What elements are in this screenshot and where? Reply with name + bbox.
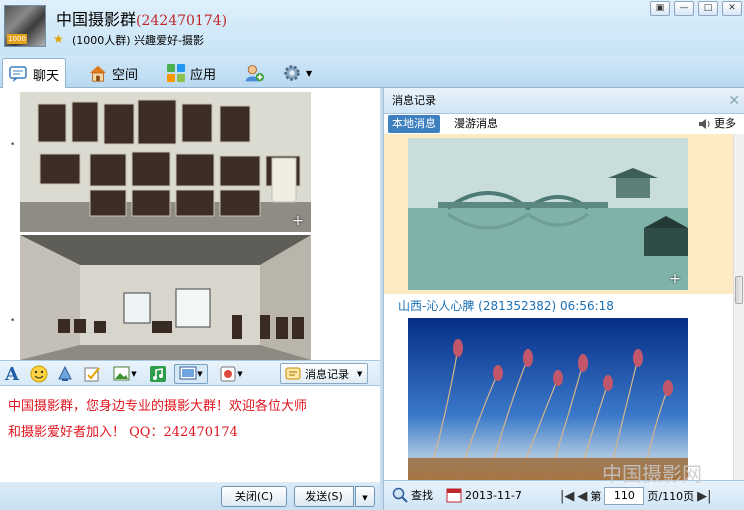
image-insert-button[interactable]: ▼ xyxy=(110,364,140,384)
pager: |◀ ◀ 第 110 页/110页 ▶| xyxy=(560,487,711,505)
history-feed[interactable]: + 山西-沁人心脾 (281352382) 06:56:18 xyxy=(384,134,734,480)
chat-image-room[interactable] xyxy=(20,235,311,360)
settings-button[interactable]: ▼ xyxy=(276,58,318,88)
group-name: 中国摄影群(242470174) xyxy=(56,6,227,30)
chevron-down-icon: ▼ xyxy=(357,369,363,378)
expand-icon[interactable]: + xyxy=(291,214,305,228)
tools-icon xyxy=(220,366,236,382)
history-title: 消息记录 xyxy=(392,94,436,107)
chevron-down-icon: ▼ xyxy=(197,370,203,378)
window-controls: ▣ — □ ✕ xyxy=(650,1,742,16)
title-bar: 1000 中国摄影群(242470174) ★ (1000人群) 兴趣爱好-摄影… xyxy=(0,0,744,56)
find-label: 查找 xyxy=(411,489,433,502)
group-name-text: 中国摄影群 xyxy=(56,10,137,29)
message-sender: 山西-沁人心脾 (281352382) 06:56:18 xyxy=(398,299,614,313)
chevron-down-icon: ▼ xyxy=(131,370,137,378)
screenshot-button[interactable]: ▼ xyxy=(174,364,208,384)
tab-chat[interactable]: 聊天 xyxy=(2,58,67,89)
music-icon[interactable] xyxy=(148,364,168,384)
compose-toolbar: A ▼ ▼ ▼ 消息记录 ▼ xyxy=(0,360,380,386)
watermark: 中国摄影网 xyxy=(602,462,702,486)
message-history-button[interactable]: 消息记录 ▼ xyxy=(280,363,368,384)
tab-apps[interactable]: 应用 xyxy=(160,58,222,88)
close-button[interactable]: 关闭(C) xyxy=(221,486,287,507)
date-picker[interactable]: 2013-11-7 xyxy=(446,487,522,503)
screenshot-icon xyxy=(179,366,197,380)
nav-bar: 聊天 空间 应用 ▼ xyxy=(0,56,744,89)
message-bullet: • xyxy=(10,140,16,150)
tab-space-label: 空间 xyxy=(112,67,139,83)
calendar-icon xyxy=(446,488,462,503)
font-icon[interactable]: A xyxy=(3,364,21,385)
page-number-input[interactable]: 110 xyxy=(604,487,645,505)
star-icon: ★ xyxy=(53,32,64,46)
scrollbar-thumb[interactable] xyxy=(735,276,743,304)
message-input-line: 中国摄影群，您身边专业的摄影大群！欢迎各位大师 xyxy=(8,399,308,414)
last-page-icon[interactable]: ▶| xyxy=(697,489,711,504)
home-icon xyxy=(88,63,108,83)
chevron-down-icon: ▼ xyxy=(362,494,368,502)
expand-icon[interactable]: + xyxy=(668,272,682,286)
more-button[interactable]: 更多 xyxy=(694,115,740,133)
add-member-icon xyxy=(244,63,264,83)
history-header: 消息记录 ✕ xyxy=(384,88,744,114)
group-description: (1000人群) 兴趣爱好-摄影 xyxy=(72,34,205,47)
window-menu-button[interactable]: ▣ xyxy=(650,1,670,16)
group-avatar[interactable]: 1000 xyxy=(4,5,46,47)
close-window-button[interactable]: ✕ xyxy=(722,1,742,16)
tab-local-messages[interactable]: 本地消息 xyxy=(388,115,440,133)
chat-image-exhibit[interactable]: + xyxy=(20,92,311,232)
first-page-icon[interactable]: |◀ xyxy=(560,489,574,504)
chat-icon xyxy=(9,64,29,84)
history-tabs: 本地消息 漫游消息 更多 xyxy=(384,114,744,134)
chat-messages[interactable]: • + • xyxy=(0,88,380,360)
history-panel: 消息记录 ✕ 本地消息 漫游消息 更多 + 山西-沁人心脾 (281352382… xyxy=(383,88,744,510)
apps-icon xyxy=(166,63,186,83)
message-input-line: 和摄影爱好者加入！ QQ：242470174 xyxy=(8,425,238,440)
message-input[interactable]: 中国摄影群，您身边专业的摄影大群！欢迎各位大师 和摄影爱好者加入！ QQ：242… xyxy=(0,386,380,482)
image-icon xyxy=(113,366,130,381)
more-tools-button[interactable]: ▼ xyxy=(216,364,246,384)
send-button[interactable]: 发送(S) xyxy=(294,486,354,507)
history-image-reeds[interactable] xyxy=(408,318,688,480)
group-id: (242470174) xyxy=(136,13,228,29)
search-icon xyxy=(392,487,408,503)
more-label: 更多 xyxy=(714,117,736,130)
avatar-badge: 1000 xyxy=(7,34,27,44)
close-icon[interactable]: ✕ xyxy=(728,88,740,114)
chevron-down-icon: ▼ xyxy=(237,370,243,378)
history-image-bridge[interactable]: + xyxy=(408,138,688,290)
tab-chat-label: 聊天 xyxy=(33,68,60,84)
note-icon[interactable] xyxy=(82,364,102,384)
maximize-button[interactable]: □ xyxy=(698,1,718,16)
message-history-label: 消息记录 xyxy=(305,367,349,381)
minimize-button[interactable]: — xyxy=(674,1,694,16)
history-icon xyxy=(285,367,301,379)
bottom-action-bar: 关闭(C) 发送(S) ▼ xyxy=(0,482,380,510)
tab-roaming-messages[interactable]: 漫游消息 xyxy=(450,115,502,133)
tab-space[interactable]: 空间 xyxy=(82,58,144,88)
history-scrollbar[interactable] xyxy=(733,134,744,480)
page-suffix: 页/110页 xyxy=(647,490,695,503)
shake-icon[interactable] xyxy=(55,364,75,384)
page-prefix: 第 xyxy=(590,490,602,503)
prev-page-icon[interactable]: ◀ xyxy=(577,489,587,504)
find-button[interactable]: 查找 xyxy=(392,487,433,503)
add-member-button[interactable] xyxy=(238,58,270,88)
speaker-icon xyxy=(699,119,710,129)
chevron-down-icon: ▼ xyxy=(306,68,313,78)
emoji-icon[interactable] xyxy=(29,364,49,384)
gear-icon xyxy=(282,63,302,83)
date-value: 2013-11-7 xyxy=(465,488,522,502)
message-bullet: • xyxy=(10,316,16,326)
send-options-button[interactable]: ▼ xyxy=(355,486,375,507)
tab-apps-label: 应用 xyxy=(190,67,217,83)
